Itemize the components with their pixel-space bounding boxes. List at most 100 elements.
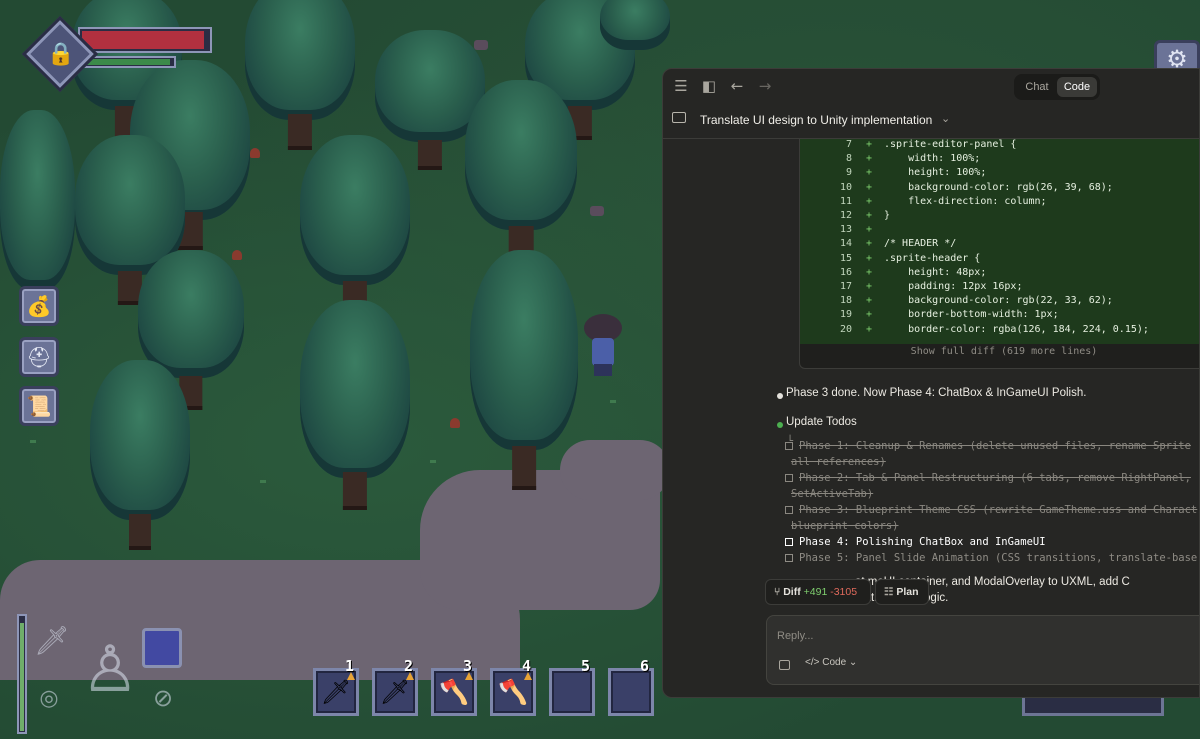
- diff-line: 11 + flex-direction: column;: [800, 195, 1199, 209]
- attach-image-icon[interactable]: [779, 660, 790, 670]
- diff-added-marker: +: [866, 295, 873, 307]
- inventory-button[interactable]: 💰: [19, 286, 59, 326]
- diff-line: 18 + background-color: rgb(22, 33, 62);: [800, 294, 1199, 308]
- mana-bar: [84, 56, 176, 68]
- checkbox-icon: [785, 474, 793, 482]
- diff-line-number: 20: [839, 323, 852, 335]
- diff-added-marker: +: [866, 281, 873, 292]
- tree: [245, 0, 355, 150]
- diff-line-number: 12: [839, 210, 852, 221]
- checkbox-icon: [785, 442, 793, 450]
- back-arrow-icon[interactable]: ←: [727, 76, 747, 96]
- helmet-icon: ⛑: [26, 345, 52, 369]
- show-full-diff-link[interactable]: Show full diff (619 more lines): [800, 346, 1199, 357]
- diff-added-marker: +: [866, 195, 873, 207]
- diff-line: 14 + /* HEADER */: [800, 237, 1199, 251]
- diff-line: 9 + height: 100%;: [800, 166, 1199, 180]
- mushroom: [232, 250, 242, 260]
- conversation-content[interactable]: 7 + .sprite-editor-panel { 8 + width: 100%; 9…: [663, 139, 1199, 589]
- assistant-panel: ☰ ◧ ← → Chat Code Translate UI design to…: [662, 68, 1200, 698]
- todo-item: Phase 2: Tab & Panel Restructuring (6 ta…: [785, 470, 1199, 486]
- forward-arrow-icon[interactable]: →: [755, 76, 775, 96]
- rock: [474, 40, 488, 50]
- chevron-down-icon: ⌄: [846, 657, 858, 668]
- diff-code-text: .sprite-editor-panel {: [884, 139, 1017, 150]
- diff-added-marker: +: [866, 238, 873, 250]
- diff-line-number: 17: [839, 281, 852, 292]
- todo-item: Phase 5: Panel Slide Animation (CSS tran…: [785, 550, 1199, 566]
- todo-item: Phase 1: Cleanup & Renames (delete unuse…: [785, 438, 1199, 454]
- diff-line: 8 + width: 100%;: [800, 152, 1199, 166]
- diff-added-marker: +: [866, 139, 873, 150]
- shield-slot-icon[interactable]: ⊘: [148, 684, 178, 712]
- mushroom: [450, 418, 460, 428]
- armor-silhouette-icon[interactable]: ♙: [80, 620, 140, 720]
- equipment-button[interactable]: ⛑: [19, 337, 59, 377]
- diff-code-text: width: 100%;: [884, 153, 981, 165]
- diff-code-text: background-color: rgb(22, 33, 62);: [884, 295, 1113, 307]
- diff-code-text: /* HEADER */: [884, 238, 957, 250]
- tree: [300, 300, 410, 510]
- todo-text-continued: SetActiveTab): [791, 488, 874, 500]
- mana-bar-fill: [87, 59, 170, 65]
- diff-added-marker: +: [866, 181, 873, 193]
- health-bar: [78, 27, 212, 53]
- diff-line-number: 16: [839, 266, 852, 278]
- diff-added-marker: +: [866, 309, 873, 321]
- tree: [465, 80, 577, 260]
- helmet-slot[interactable]: [142, 628, 182, 668]
- stamina-bar: [17, 614, 27, 734]
- reply-input[interactable]: [777, 626, 1177, 646]
- diff-line-number: 7: [845, 139, 852, 150]
- diff-added-marker: +: [866, 153, 873, 165]
- grass-tuft: [30, 440, 36, 443]
- hotbar-slot-number: 1: [345, 657, 355, 675]
- hotbar-slot[interactable]: [549, 668, 595, 716]
- coin-bag-icon: 💰: [26, 294, 52, 318]
- diff-added-marker: +: [866, 323, 873, 335]
- mode-code-tab[interactable]: Code: [1057, 77, 1097, 97]
- hotbar-slot-number: 2: [404, 657, 414, 675]
- todo-text: Phase 5: Panel Slide Animation (CSS tran…: [799, 552, 1198, 564]
- diff-added-marker: +: [866, 266, 873, 278]
- plan-chip-label: Plan: [896, 586, 919, 598]
- diff-code-text: border-color: rgba(126, 184, 224, 0.15);: [884, 323, 1149, 335]
- weapon-slot-icon[interactable]: 🗡: [34, 624, 70, 657]
- diff-line: 17 + padding: 12px 16px;: [800, 280, 1199, 294]
- conversation-title-bar[interactable]: Translate UI design to Unity implementat…: [663, 103, 1199, 139]
- conversation-title: Translate UI design to Unity implementat…: [700, 113, 933, 127]
- grass-tuft: [430, 460, 436, 463]
- code-mode-label: Code: [822, 657, 847, 668]
- list-icon: ☷: [884, 586, 897, 598]
- checkbox-icon: [785, 506, 793, 514]
- diff-code-text: border-bottom-width: 1px;: [884, 309, 1059, 321]
- hotbar-slot-number: 6: [640, 657, 650, 675]
- diff-chip[interactable]: ⑂ Diff +491 -3105: [765, 579, 871, 605]
- lock-shield-icon: 🔒: [47, 42, 75, 67]
- code-mode-selector[interactable]: </> Code ⌄: [805, 657, 857, 668]
- player-body: [592, 338, 614, 366]
- stamina-bar-fill: [20, 622, 24, 731]
- diff-line-number: 14: [839, 238, 852, 250]
- diff-line: 15 + .sprite-header {: [800, 252, 1199, 266]
- diff-lines: 7 + .sprite-editor-panel { 8 + width: 100%; 9…: [800, 139, 1199, 344]
- sidebar-toggle-icon[interactable]: ◧: [699, 76, 719, 96]
- diff-line-number: 19: [839, 309, 852, 321]
- assistant-message: Phase 3 done. Now Phase 4: ChatBox & InG…: [786, 387, 1087, 399]
- mode-toggle: Chat Code: [1014, 74, 1100, 100]
- menu-icon[interactable]: ☰: [671, 76, 691, 96]
- diff-line: 16 + height: 48px;: [800, 266, 1199, 280]
- ring-slot-icon[interactable]: ◎: [34, 686, 64, 711]
- diff-line: 19 + border-bottom-width: 1px;: [800, 308, 1199, 322]
- player-legs: [594, 364, 612, 376]
- todo-text: Phase 2: Tab & Panel Restructuring (6 ta…: [799, 472, 1191, 484]
- monitor-icon: [672, 112, 686, 123]
- update-todos-heading: Update Todos: [786, 416, 857, 428]
- todo-text: Phase 3: Blueprint Theme CSS (rewrite Ga…: [799, 504, 1198, 516]
- plan-chip[interactable]: ☷ Plan: [875, 579, 929, 605]
- chevron-down-icon[interactable]: ⌄: [941, 112, 950, 125]
- mode-chat-tab[interactable]: Chat: [1018, 77, 1056, 97]
- quest-button[interactable]: 📜: [19, 386, 59, 426]
- hotbar-slot[interactable]: [608, 668, 654, 716]
- diff-viewer: 7 + .sprite-editor-panel { 8 + width: 100%; 9…: [799, 139, 1199, 369]
